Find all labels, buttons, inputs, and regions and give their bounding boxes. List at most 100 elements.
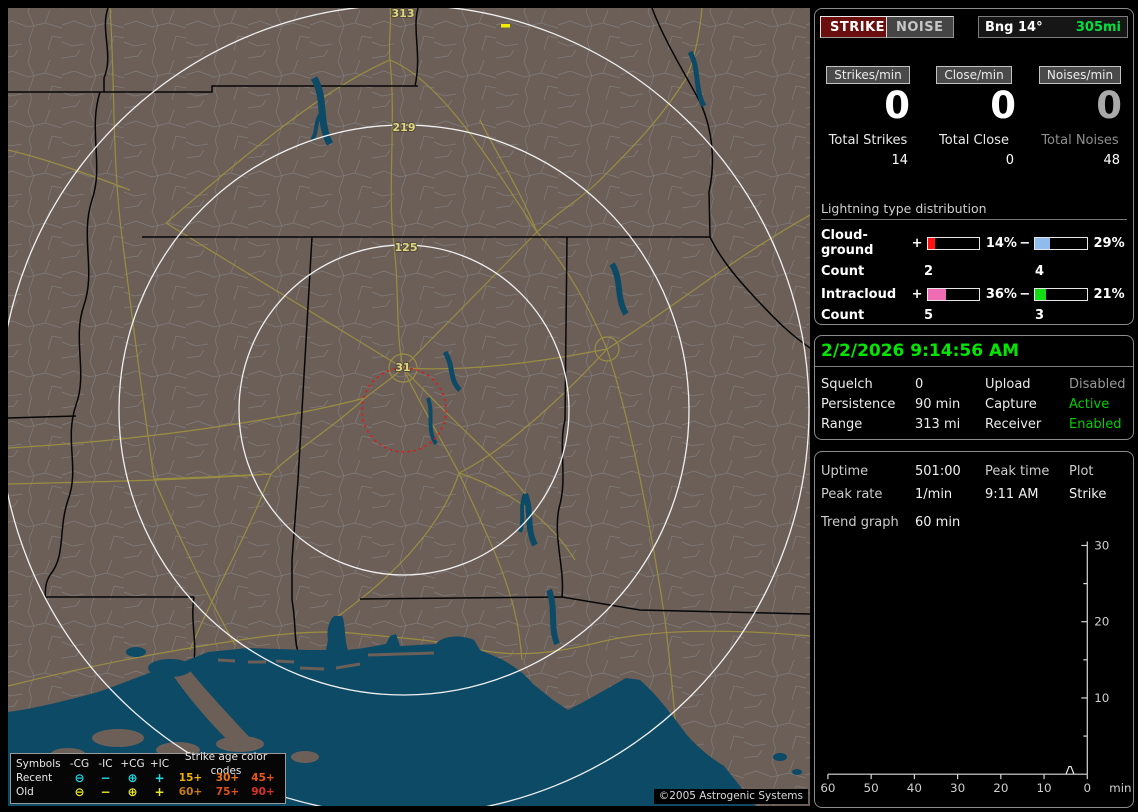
trend-strike-peak [1065, 765, 1075, 775]
old-pos-cg-icon: ⊕ [127, 785, 138, 799]
lightning-map[interactable]: 31 125 219 313 Symbols -CG -IC +CG +IC S… [8, 8, 810, 806]
recent-pos-cg-icon: ⊕ [127, 771, 138, 785]
ic-plus-bar [926, 288, 980, 301]
cg-minus-percent: 29% [1093, 235, 1125, 251]
x-tick-label: 20 [993, 781, 1008, 795]
noises-per-min-value: 0 [1096, 84, 1122, 127]
datetime-display: 2/2/2026 9:14:56 AM [815, 336, 1133, 367]
cloud-ground-label: Cloud-ground [821, 228, 874, 258]
total-close-label: Total Close [939, 132, 1009, 148]
recent-neg-ic-icon: − [100, 771, 111, 785]
noise-toggle-button[interactable]: NOISE [886, 16, 954, 38]
age-code-60: 60+ [178, 786, 203, 798]
ring-label-125: 125 [395, 241, 418, 254]
upload-status: Disabled [1069, 376, 1126, 392]
legend-row-old-label: Old [16, 786, 34, 798]
recent-pos-ic-icon: + [154, 771, 165, 785]
total-strikes-label: Total Strikes [828, 132, 908, 148]
cg-plus-percent: 14% [985, 235, 1017, 251]
x-axis-unit: min [1109, 781, 1131, 795]
upload-label: Upload [985, 376, 1031, 392]
status-row: Range 313 mi Receiver Enabled [815, 414, 1133, 434]
cg-plus-bar [926, 236, 980, 250]
distribution-title: Lightning type distribution [821, 201, 1127, 220]
age-code-90: 90+ [251, 786, 275, 798]
total-noises-value: 48 [1103, 152, 1120, 168]
persistence-value: 90 min [915, 396, 961, 412]
map-canvas[interactable]: 31 125 219 313 [8, 8, 810, 806]
bearing-distance-value: 305mi [1075, 19, 1121, 35]
strikes-per-min-value: 0 [884, 84, 910, 127]
close-per-min-value: 0 [990, 84, 1016, 127]
total-strikes-value: 14 [891, 152, 908, 168]
ic-plus-count: 5 [924, 308, 934, 323]
strikes-per-min-label: Strikes/min [826, 66, 910, 84]
intracloud-row: Intracloud + 36% − 21% [821, 287, 1127, 302]
lightning-distribution-section: Lightning type distribution Cloud-ground… [821, 201, 1127, 323]
close-per-min-column: Close/min 0 Total Close 0 [921, 64, 1027, 168]
legend-header-neg-ic: -IC [98, 758, 113, 770]
strike-symbol-old-neg-ic [501, 24, 510, 28]
noises-per-min-label: Noises/min [1038, 66, 1122, 84]
copyright-notice: ©2005 Astrogenic Systems [653, 789, 808, 804]
bearing-range-display: Bng 14° 305mi [978, 16, 1128, 38]
y-tick-label: 10 [1094, 691, 1109, 705]
y-tick-label: 20 [1094, 615, 1109, 629]
x-tick-label: 0 [1083, 781, 1091, 795]
status-row: Squelch 0 Upload Disabled [815, 374, 1133, 394]
x-tick-label: 60 [820, 781, 835, 795]
capture-status: Active [1069, 396, 1110, 412]
old-pos-ic-icon: + [154, 785, 165, 799]
legend-symbols-header: Symbols [16, 758, 61, 770]
squelch-value: 0 [915, 376, 924, 392]
minus-sign: − [1019, 287, 1031, 302]
age-code-75: 75+ [215, 786, 240, 798]
recent-neg-cg-icon: ⊖ [74, 771, 85, 785]
ic-minus-percent: 21% [1093, 287, 1125, 302]
age-code-45: 45+ [251, 772, 275, 784]
map-legend: Symbols -CG -IC +CG +IC Strike age color… [10, 751, 286, 804]
legend-header-pos-ic: +IC [149, 758, 170, 770]
receiver-status: Enabled [1069, 416, 1122, 432]
legend-row-recent-label: Recent [16, 772, 53, 784]
ring-label-219: 219 [393, 121, 416, 134]
ic-plus-percent: 36% [985, 287, 1017, 302]
stormtracker-app: { "toolbar": { "strike": "STRIKE", "nois… [0, 0, 1138, 812]
old-neg-ic-icon: − [100, 785, 111, 799]
x-tick-label: 50 [864, 781, 879, 795]
capture-label: Capture [985, 396, 1037, 412]
cg-minus-count: 4 [1035, 264, 1045, 279]
age-code-15: 15+ [178, 772, 203, 784]
count-label: Count [821, 308, 865, 323]
minus-sign: − [1019, 235, 1031, 251]
range-value: 313 mi [915, 416, 961, 432]
plus-sign: + [911, 287, 923, 302]
plus-sign: + [911, 235, 923, 251]
intracloud-label: Intracloud [821, 287, 897, 302]
age-code-30: 30+ [215, 772, 240, 784]
old-neg-cg-icon: ⊖ [74, 785, 85, 799]
ring-label-313: 313 [392, 8, 415, 20]
trend-axes [827, 541, 1088, 775]
cloud-ground-row: Cloud-ground + 14% − 29% [821, 228, 1127, 258]
ring-label-31: 31 [395, 361, 410, 374]
persistence-label: Persistence [821, 396, 896, 412]
x-tick-label: 30 [950, 781, 965, 795]
ic-minus-count: 3 [1035, 308, 1045, 323]
x-tick-label: 40 [907, 781, 922, 795]
bearing-value: Bng 14° [985, 19, 1043, 35]
strike-counter-panel: STRIKE NOISE Bng 14° 305mi Strikes/min 0… [814, 8, 1134, 325]
cloud-ground-count-row: Count 2 4 [821, 264, 1127, 279]
strikes-per-min-column: Strikes/min 0 Total Strikes 14 [815, 64, 921, 168]
status-row: Persistence 90 min Capture Active [815, 394, 1133, 414]
status-panel: 2/2/2026 9:14:56 AM Squelch 0 Upload Dis… [814, 335, 1134, 440]
range-label: Range [821, 416, 863, 432]
strike-toggle-button[interactable]: STRIKE [820, 16, 896, 38]
receiver-label: Receiver [985, 416, 1042, 432]
close-per-min-label: Close/min [936, 66, 1012, 84]
cg-plus-count: 2 [924, 264, 934, 279]
total-close-value: 0 [1005, 152, 1014, 168]
squelch-label: Squelch [821, 376, 873, 392]
x-tick-label: 10 [1036, 781, 1051, 795]
ic-minus-bar [1034, 288, 1088, 301]
